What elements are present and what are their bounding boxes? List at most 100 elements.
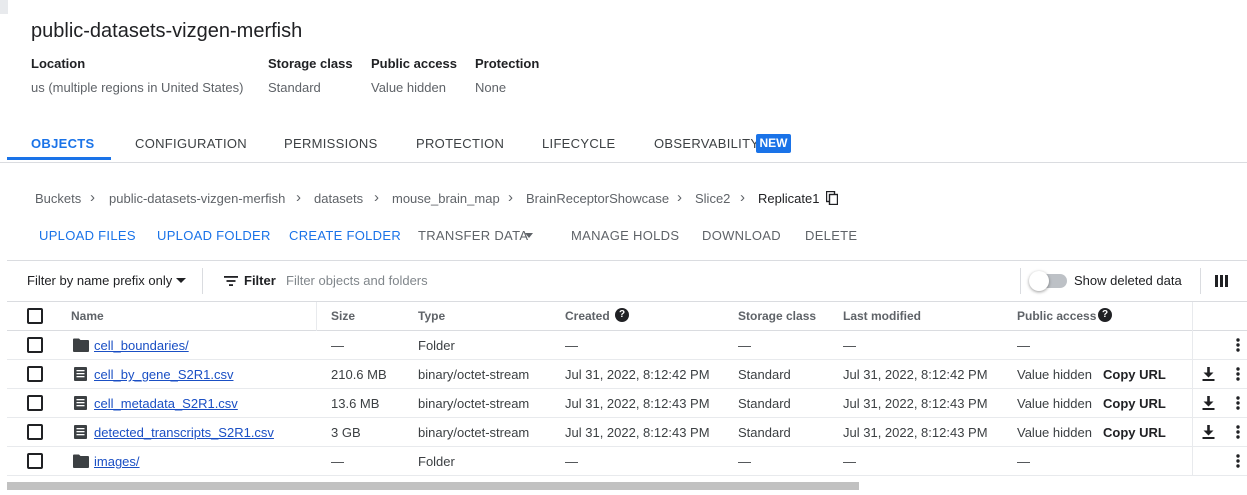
more-vert-icon[interactable] [1236, 454, 1240, 468]
column-header-name[interactable]: Name [71, 309, 104, 323]
upload-folder-button[interactable]: UPLOAD FOLDER [157, 228, 271, 243]
more-vert-icon[interactable] [1236, 425, 1240, 439]
dropdown-arrow-icon [176, 278, 186, 283]
breadcrumb-bucket[interactable]: public-datasets-vizgen-merfish [109, 191, 285, 206]
download-icon[interactable] [1202, 396, 1215, 410]
more-vert-icon[interactable] [1236, 367, 1240, 381]
more-vert-icon[interactable] [1236, 396, 1240, 410]
filter-label: Filter [244, 273, 276, 288]
object-public-access: Value hidden [1017, 396, 1092, 411]
filter-input[interactable] [286, 270, 686, 290]
object-name-link[interactable]: cell_boundaries/ [94, 338, 189, 353]
meta-value: Standard [268, 80, 321, 95]
table-row [7, 447, 1247, 476]
horizontal-scrollbar[interactable] [7, 482, 859, 490]
row-checkbox[interactable] [27, 424, 43, 440]
column-header-public-access[interactable]: Public access [1017, 309, 1096, 323]
more-vert-icon[interactable] [1236, 338, 1240, 352]
copy-url-button[interactable]: Copy URL [1103, 396, 1166, 411]
new-badge: NEW [756, 134, 791, 153]
file-icon [74, 396, 87, 410]
object-type: Folder [418, 454, 455, 469]
tab-permissions[interactable]: PERMISSIONS [284, 124, 378, 163]
object-size: — [331, 338, 344, 353]
object-name-link[interactable]: cell_by_gene_S2R1.csv [94, 367, 233, 382]
object-public-access: Value hidden [1017, 425, 1092, 440]
breadcrumb-brainreceptorshowcase[interactable]: BrainReceptorShowcase [526, 191, 669, 206]
help-icon[interactable]: ? [615, 308, 629, 322]
object-storage-class: — [738, 454, 751, 469]
column-header-storage-class[interactable]: Storage class [738, 309, 816, 323]
row-checkbox[interactable] [27, 337, 43, 353]
object-public-access: — [1017, 454, 1030, 469]
object-last-modified: — [843, 454, 856, 469]
copy-url-button[interactable]: Copy URL [1103, 425, 1166, 440]
column-header-created[interactable]: Created [565, 309, 610, 323]
object-last-modified: — [843, 338, 856, 353]
copy-icon[interactable] [826, 191, 838, 205]
object-name-link[interactable]: cell_metadata_S2R1.csv [94, 396, 238, 411]
breadcrumb-replicate1: Replicate1 [758, 191, 820, 206]
row-checkbox[interactable] [27, 453, 43, 469]
copy-url-button[interactable]: Copy URL [1103, 367, 1166, 382]
breadcrumb-slice2[interactable]: Slice2 [695, 191, 730, 206]
breadcrumb-buckets[interactable]: Buckets [35, 191, 81, 206]
object-size: — [331, 454, 344, 469]
tab-lifecycle[interactable]: LIFECYCLE [542, 124, 616, 163]
select-all-checkbox[interactable] [27, 308, 43, 324]
help-icon[interactable]: ? [1098, 308, 1112, 322]
meta-storage-class: Storage class Standard [268, 56, 353, 95]
file-icon [74, 367, 87, 381]
toggle-knob[interactable] [1029, 271, 1049, 291]
file-icon [74, 425, 87, 439]
active-tab-indicator [7, 157, 111, 160]
chevron-right-icon: › [508, 189, 513, 206]
object-size: 210.6 MB [331, 367, 387, 382]
chevron-right-icon: › [677, 189, 682, 206]
divider [202, 268, 203, 294]
column-display-icon[interactable] [1215, 275, 1228, 287]
chevron-right-icon: › [296, 189, 301, 206]
meta-value: us (multiple regions in United States) [31, 80, 244, 95]
upload-files-button[interactable]: UPLOAD FILES [39, 228, 136, 243]
object-name-link[interactable]: detected_transcripts_S2R1.csv [94, 425, 274, 440]
object-created: — [565, 338, 578, 353]
top-edge-decoration [0, 0, 8, 14]
object-type: binary/octet-stream [418, 396, 530, 411]
column-header-type[interactable]: Type [418, 309, 445, 323]
bucket-title: public-datasets-vizgen-merfish [31, 20, 303, 42]
delete-button[interactable]: DELETE [805, 228, 857, 243]
object-storage-class: Standard [738, 425, 791, 440]
object-storage-class: — [738, 338, 751, 353]
create-folder-button[interactable]: CREATE FOLDER [289, 228, 401, 243]
object-created: — [565, 454, 578, 469]
folder-icon [73, 338, 89, 352]
chevron-right-icon: › [740, 189, 745, 206]
filter-prefix-select[interactable]: Filter by name prefix only [27, 273, 172, 288]
breadcrumb-mouse-brain-map[interactable]: mouse_brain_map [392, 191, 500, 206]
object-created: Jul 31, 2022, 8:12:43 PM [565, 425, 710, 440]
manage-holds-button[interactable]: MANAGE HOLDS [571, 228, 679, 243]
column-header-last-modified[interactable]: Last modified [843, 309, 921, 323]
tab-bar: OBJECTS CONFIGURATION PERMISSIONS PROTEC… [0, 124, 1247, 163]
row-checkbox[interactable] [27, 395, 43, 411]
tab-configuration[interactable]: CONFIGURATION [135, 124, 247, 163]
divider [1200, 268, 1201, 294]
column-header-size[interactable]: Size [331, 309, 355, 323]
download-icon[interactable] [1202, 367, 1215, 381]
download-button[interactable]: DOWNLOAD [702, 228, 781, 243]
download-icon[interactable] [1202, 425, 1215, 439]
object-name-link[interactable]: images/ [94, 454, 140, 469]
meta-key: Location [31, 56, 86, 71]
transfer-data-button[interactable]: TRANSFER DATA [418, 228, 528, 243]
column-divider [316, 302, 317, 331]
tab-observability[interactable]: OBSERVABILITY [654, 124, 759, 163]
tab-protection[interactable]: PROTECTION [416, 124, 504, 163]
row-checkbox[interactable] [27, 366, 43, 382]
folder-icon [73, 454, 89, 468]
breadcrumb-datasets[interactable]: datasets [314, 191, 363, 206]
object-public-access: Value hidden [1017, 367, 1092, 382]
object-created: Jul 31, 2022, 8:12:43 PM [565, 396, 710, 411]
object-last-modified: Jul 31, 2022, 8:12:43 PM [843, 425, 988, 440]
meta-key: Public access [371, 56, 457, 71]
